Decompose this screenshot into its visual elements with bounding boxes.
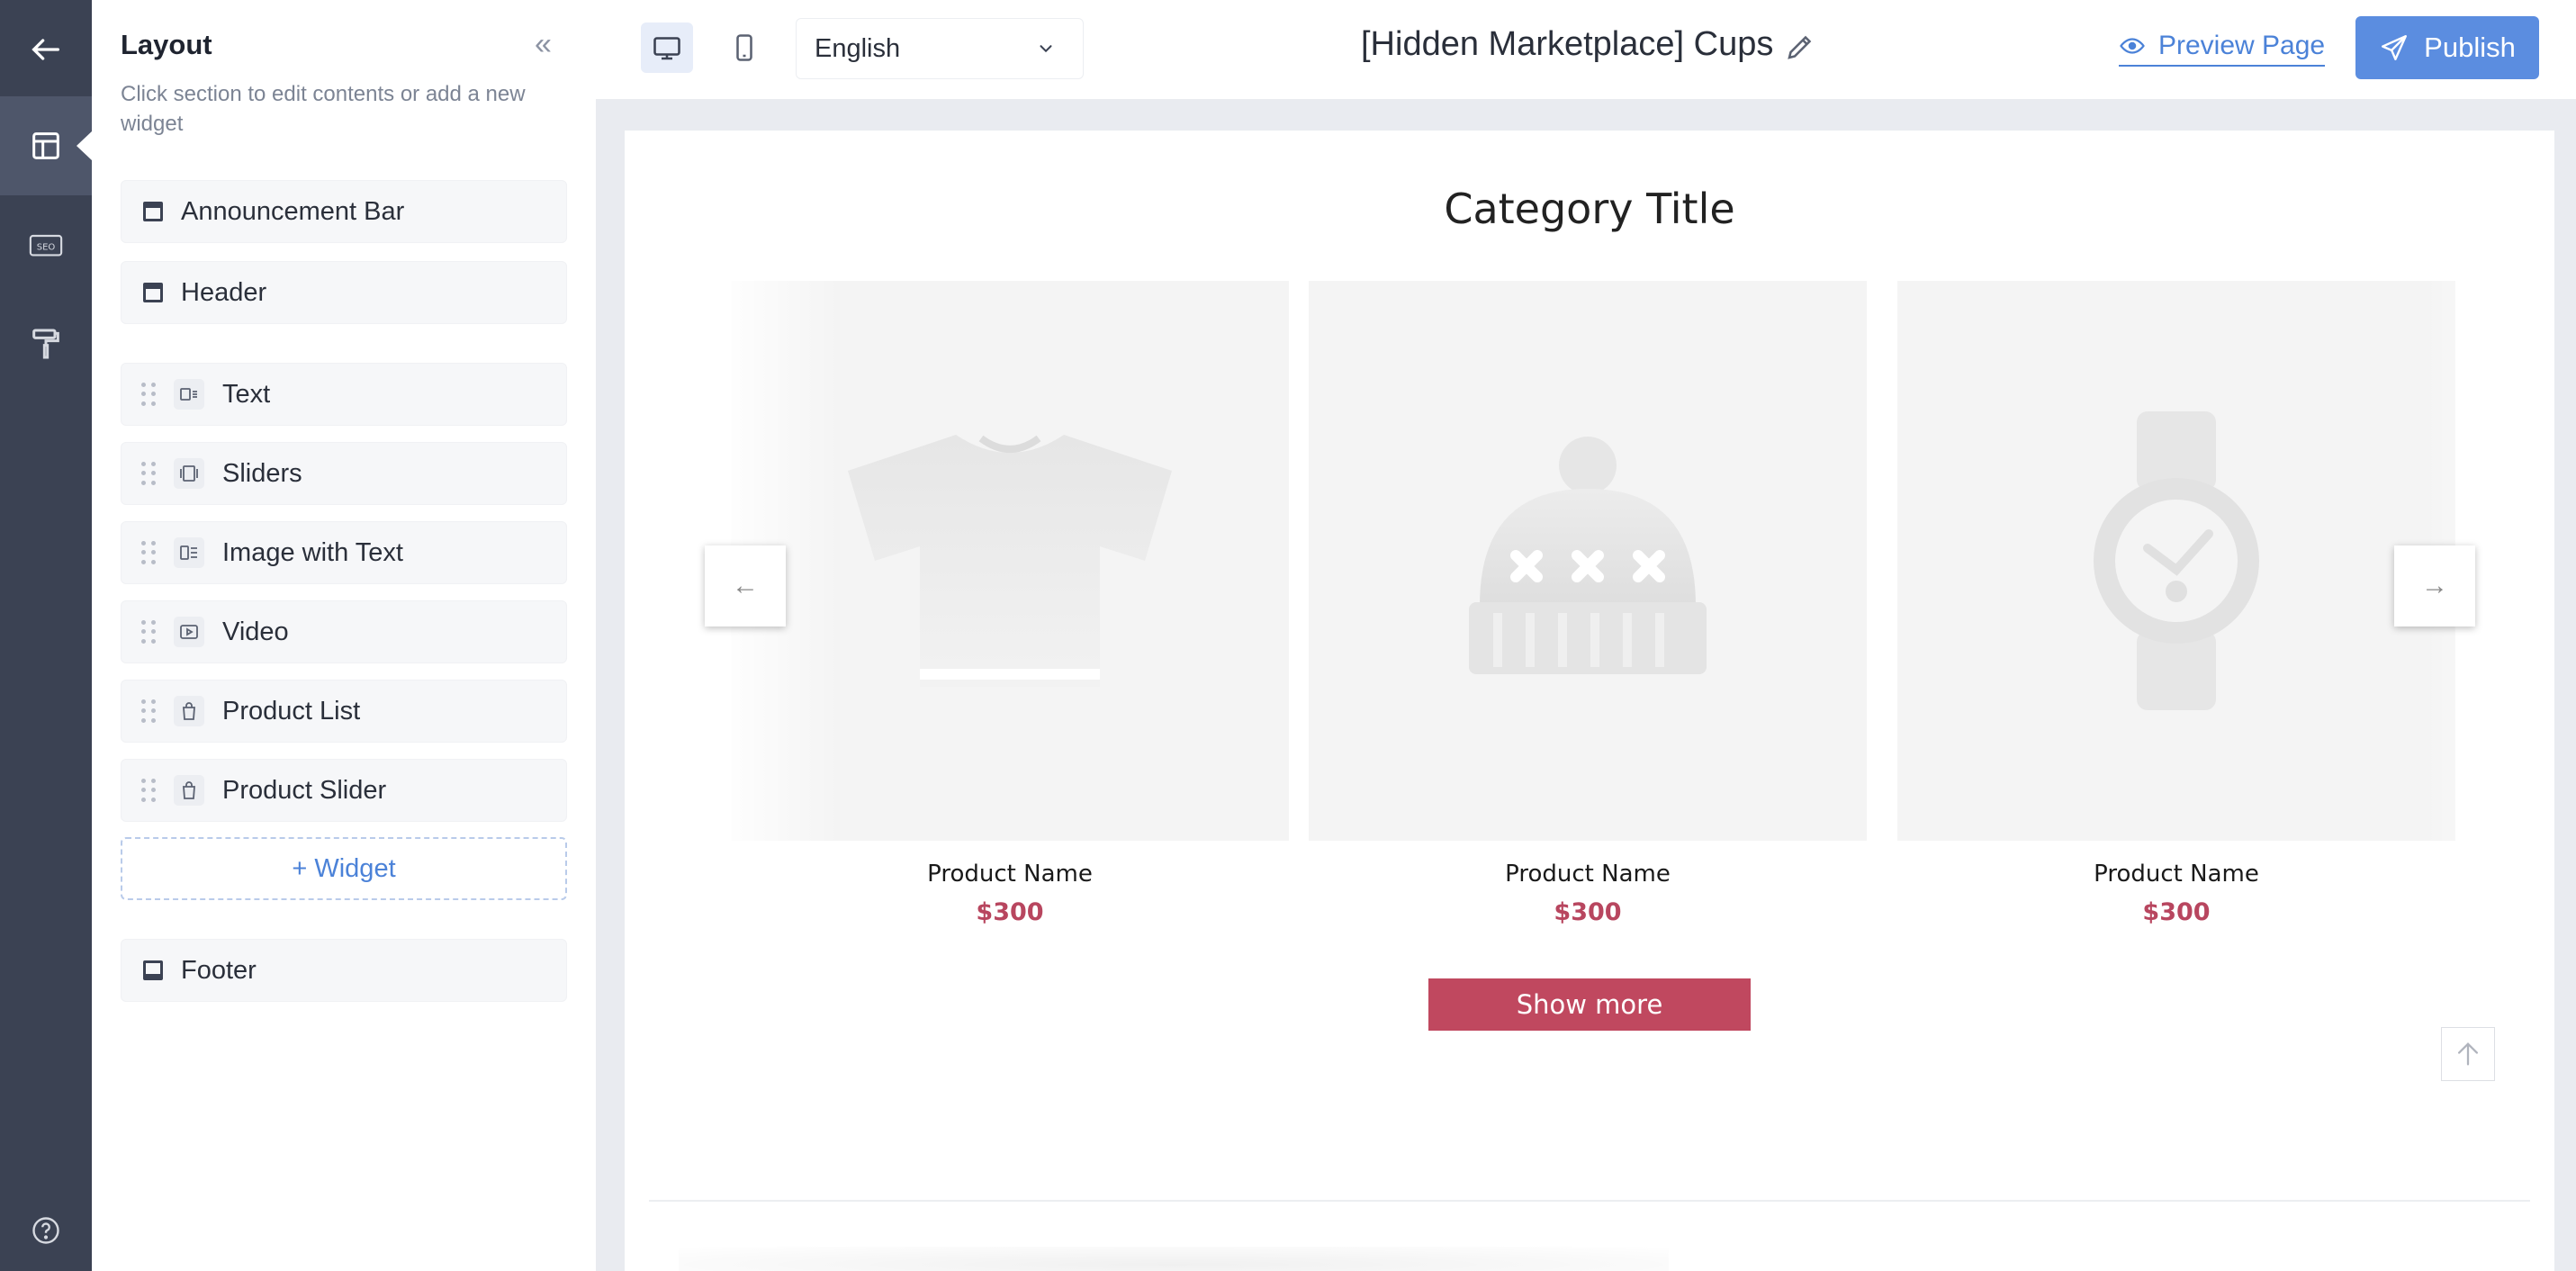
product-image [1309,281,1867,841]
top-toolbar: English [Hidden Marketplace] Cups Previe… [596,0,2576,99]
widget-row-product-slider[interactable]: Product Slider [121,759,567,822]
chevron-down-icon [1040,45,1052,53]
section-label: Header [181,277,267,307]
section-footer[interactable]: Footer [121,939,567,1002]
rail-seo-button[interactable]: SEO [0,195,92,294]
video-widget-icon [174,617,204,647]
arrow-left-icon: ← [732,571,759,600]
desktop-icon [653,37,680,60]
publish-label: Publish [2424,32,2516,63]
widget-row-image-with-text[interactable]: Image with Text [121,521,567,584]
widget-row-text[interactable]: Text [121,363,567,426]
drag-handle-icon[interactable] [141,462,156,485]
show-more-button[interactable]: Show more [1428,978,1751,1031]
widget-label: Product List [222,696,361,726]
carousel-prev-button[interactable]: ← [705,545,786,626]
arrow-up-icon [2457,1042,2479,1066]
bag-icon [174,696,204,726]
publish-button[interactable]: Publish [2355,16,2539,79]
panel-title: Layout [121,29,212,60]
category-title[interactable]: Category Title [625,185,2554,233]
rail-theme-button[interactable] [0,294,92,393]
page-title: [Hidden Marketplace] Cups [1361,25,1774,63]
back-button[interactable] [0,0,92,99]
arrow-left-icon [32,39,60,60]
product-name: Product Name [1505,861,1671,888]
next-section-shadow [679,1247,1669,1271]
section-top-icon [143,283,163,302]
left-rail: SEO [0,0,93,1271]
section-label: Footer [181,955,257,985]
widget-row-product-list[interactable]: Product List [121,680,567,743]
widget-row-sliders[interactable]: Sliders [121,442,567,505]
preview-label: Preview Page [2158,31,2326,60]
svg-text:SEO: SEO [37,243,56,253]
paint-roller-icon [32,329,59,359]
arrow-right-icon: → [2421,571,2448,600]
tshirt-icon [848,435,1172,687]
widget-label: Product Slider [222,775,387,805]
product-price: $300 [2142,898,2211,926]
widget-label: Image with Text [222,537,403,567]
add-widget-button[interactable]: + Widget [121,837,567,900]
image-text-widget-icon [174,537,204,568]
mobile-icon [736,34,752,61]
widget-row-video[interactable]: Video [121,600,567,663]
drag-handle-icon[interactable] [141,541,156,564]
product-price: $300 [976,898,1044,926]
carousel-next-button[interactable]: → [2394,545,2475,626]
help-button[interactable] [0,1190,92,1271]
section-announcement-bar[interactable]: Announcement Bar [121,180,567,243]
section-header[interactable]: Header [121,261,567,324]
product-price: $300 [1554,898,1622,926]
watch-icon [2094,411,2259,710]
drag-handle-icon[interactable] [141,383,156,406]
slider-widget-icon [174,458,204,489]
help-circle-icon [32,1217,59,1244]
language-select[interactable]: English [796,18,1084,79]
bag-icon [174,775,204,806]
drag-handle-icon[interactable] [141,620,156,644]
beanie-icon [1469,437,1707,674]
eye-icon [2120,38,2145,54]
section-divider [649,1200,2530,1202]
section-label: Announcement Bar [181,196,405,226]
section-bottom-icon [143,960,163,980]
drag-handle-icon[interactable] [141,779,156,802]
preview-page-link[interactable]: Preview Page [2119,31,2326,67]
section-top-icon [143,202,163,221]
seo-icon: SEO [29,234,63,257]
layout-panel: Layout « Click section to edit contents … [92,0,596,1271]
text-widget-icon [174,379,204,410]
collapse-panel-icon[interactable]: « [535,29,552,59]
paper-plane-icon [2382,35,2408,60]
mobile-view-button[interactable] [718,23,770,73]
widget-label: Sliders [222,458,302,488]
desktop-view-button[interactable] [641,23,693,73]
layout-icon [32,132,59,159]
product-card[interactable]: Product Name $300 [1309,281,1867,926]
page-preview-canvas: Category Title Product Name $300 Product… [625,131,2554,1271]
rail-layout-button[interactable] [0,96,93,195]
widget-label: Video [222,617,289,646]
product-card[interactable]: Product Name $300 [1897,281,2455,926]
panel-description: Click section to edit contents or add a … [121,82,526,136]
pencil-icon[interactable] [1784,31,1816,63]
scroll-to-top-button[interactable] [2441,1027,2495,1081]
product-image [1897,281,2455,841]
drag-handle-icon[interactable] [141,699,156,723]
widget-label: Text [222,379,271,409]
product-name: Product Name [927,861,1093,888]
language-value: English [815,33,901,63]
product-name: Product Name [2094,861,2259,888]
